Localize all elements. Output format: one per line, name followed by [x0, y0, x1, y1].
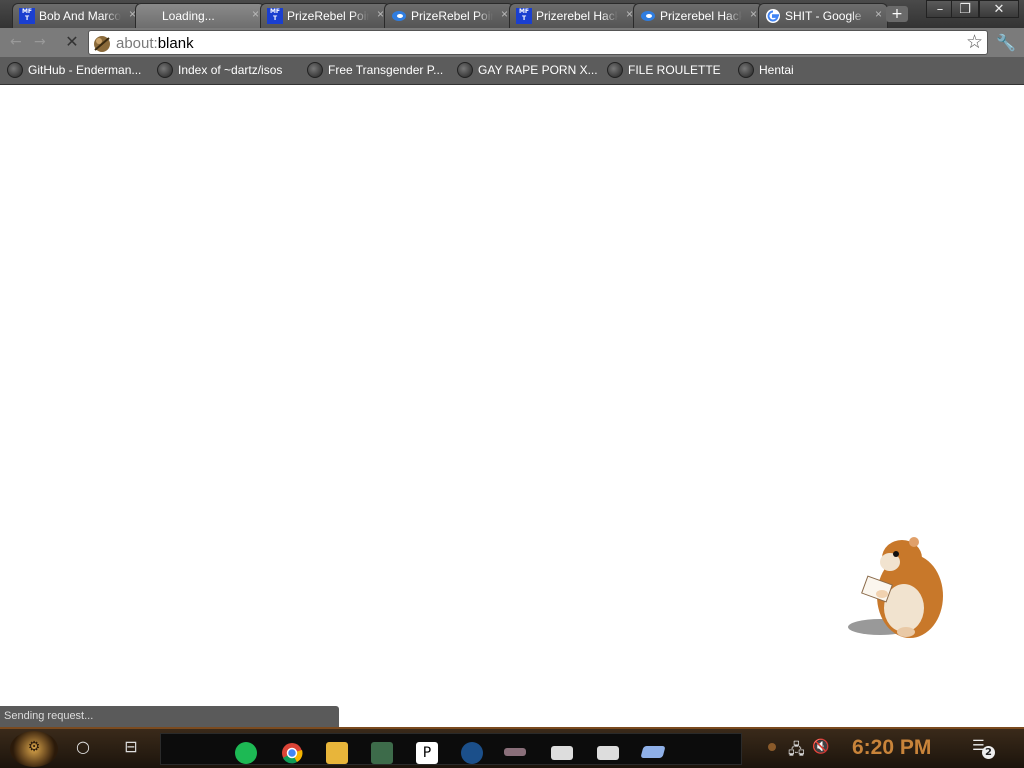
bookmark-star-icon[interactable]: ☆ — [966, 31, 983, 53]
minimize-button[interactable]: – — [926, 0, 954, 18]
hamster-desktop-pet-icon[interactable] — [842, 532, 952, 647]
restore-button[interactable]: ❐ — [951, 0, 979, 18]
mft-icon: MF T — [267, 8, 283, 24]
folder-icon[interactable] — [597, 746, 619, 760]
tab-close-icon[interactable]: × — [626, 7, 633, 21]
wrench-menu-icon[interactable]: 🔧 — [996, 33, 1016, 52]
notification-count-badge: 2 — [982, 746, 995, 759]
globe-icon — [307, 62, 323, 78]
steam-icon[interactable] — [461, 742, 483, 764]
tab-prizerebel-hack-2[interactable]: Prizerebel Hack × — [633, 3, 763, 28]
tab-bob-and-marco[interactable]: MF T Bob And Marco × — [12, 3, 142, 28]
start-button[interactable]: ⚙ — [10, 731, 58, 767]
show-hidden-icons-button[interactable] — [768, 743, 776, 751]
tab-close-icon[interactable]: × — [377, 7, 384, 21]
taskbar: ⚙ ○ ⊟ P 🖧 🔇 6:20 PM ☰ 2 — [0, 727, 1024, 768]
back-button[interactable]: ← — [10, 34, 22, 50]
tab-title: Loading... — [162, 9, 215, 23]
window-app-icon[interactable] — [640, 746, 666, 758]
page-loading-icon — [94, 36, 110, 52]
globe-icon — [157, 62, 173, 78]
tab-prizerebel-points-2[interactable]: PrizeRebel Points × — [384, 3, 514, 28]
playstation-icon[interactable]: P — [416, 742, 438, 764]
file-explorer-icon[interactable] — [326, 742, 348, 764]
address-bar[interactable]: about:blank ☆ — [88, 30, 988, 55]
close-window-button[interactable]: ✕ — [979, 0, 1019, 18]
chrome-icon[interactable] — [281, 742, 303, 764]
tab-title: SHIT - Google — [785, 9, 862, 23]
taskbar-clock[interactable]: 6:20 PM — [852, 736, 931, 760]
stop-loading-button[interactable]: ✕ — [62, 32, 82, 52]
taskbar-apps: P — [160, 733, 742, 765]
tab-title: PrizeRebel Points — [287, 9, 369, 23]
new-tab-button[interactable]: + — [886, 6, 908, 22]
network-icon[interactable]: 🖧 — [788, 739, 805, 764]
mft-icon: MF T — [516, 8, 532, 24]
photo-app-icon[interactable] — [371, 742, 393, 764]
tab-prizerebel-hack-1[interactable]: MF T Prizerebel Hack × — [509, 3, 639, 28]
tab-prizerebel-points-1[interactable]: MFT PrizeRebel Points × — [260, 3, 390, 28]
browser-toolbar: ← → ✕ about:blank ☆ 🔧 — [0, 28, 1024, 57]
tab-title: Bob And Marco — [39, 9, 121, 23]
steampunk-logo-icon: ⚙ — [27, 739, 41, 755]
blue-swirl-icon — [641, 11, 655, 21]
globe-icon — [7, 62, 23, 78]
action-center-icon[interactable]: ☰ 2 — [972, 738, 995, 759]
tab-title: Prizerebel Hack — [660, 9, 742, 23]
folder-icon[interactable] — [551, 746, 573, 760]
tab-title: Prizerebel Hack — [536, 9, 618, 23]
tab-strip: MF T Bob And Marco × Loading... × MF T Pri… — [0, 0, 1024, 28]
tab-title: PrizeRebel Points — [411, 9, 493, 23]
blue-swirl-icon — [392, 11, 406, 21]
google-icon — [766, 9, 780, 23]
mft-icon: MF T — [19, 8, 35, 24]
forward-button[interactable]: → — [34, 34, 46, 50]
url-text: about:blank — [116, 35, 194, 52]
tab-google-search[interactable]: SHIT - Google × — [758, 3, 888, 28]
tab-loading[interactable]: Loading... × — [135, 3, 265, 28]
status-bubble: Sending request... — [0, 706, 339, 727]
cortana-button[interactable]: ○ — [72, 737, 94, 759]
tab-close-icon[interactable]: × — [875, 7, 882, 21]
spotify-icon[interactable] — [235, 742, 257, 764]
task-view-button[interactable]: ⊟ — [120, 737, 142, 759]
bookmarks-bar: GitHub - Enderman... Index of ~dartz/iso… — [0, 57, 1024, 85]
tab-close-icon[interactable]: × — [252, 7, 259, 21]
tab-close-icon[interactable]: × — [501, 7, 508, 21]
volume-muted-icon[interactable]: 🔇 — [812, 739, 829, 755]
globe-icon — [738, 62, 754, 78]
usb-drive-icon[interactable] — [504, 748, 526, 756]
globe-icon — [607, 62, 623, 78]
globe-icon — [457, 62, 473, 78]
tab-close-icon[interactable]: × — [750, 7, 757, 21]
